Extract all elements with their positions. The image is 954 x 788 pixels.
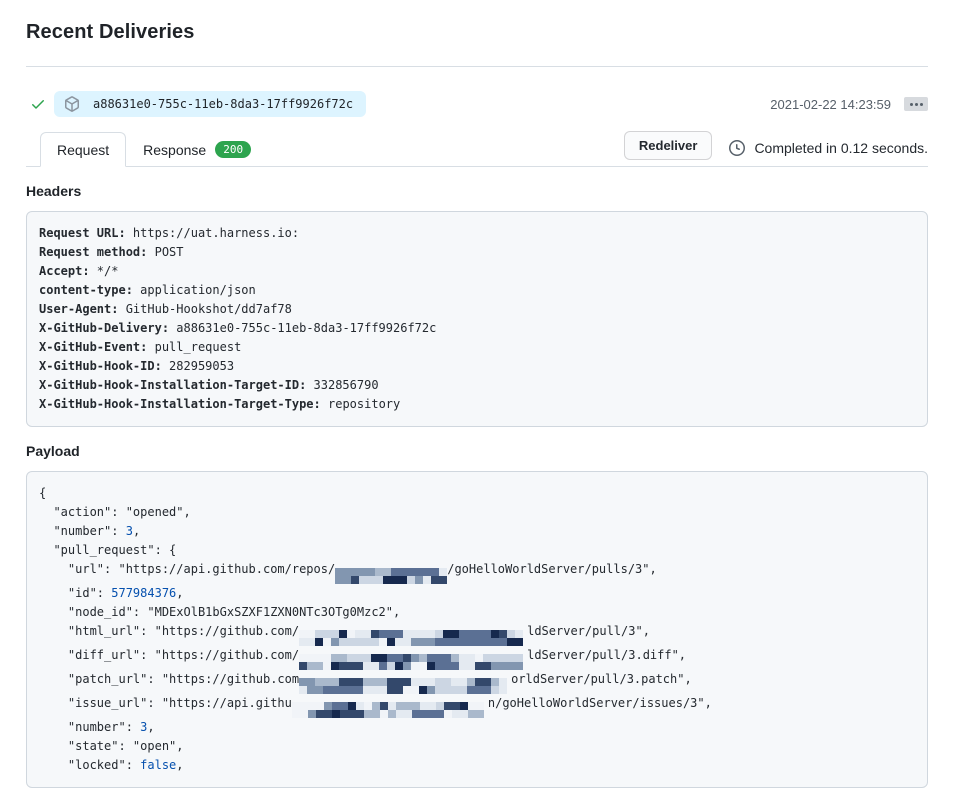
redeliver-button[interactable]: Redeliver xyxy=(624,131,713,160)
response-status-badge: 200 xyxy=(215,141,251,158)
json-text-token: "url": "https://api.github.com/repos/ xyxy=(39,562,335,576)
header-name: Accept: xyxy=(39,264,90,278)
json-text-token: "issue_url": "https://api.githu xyxy=(39,696,292,710)
redacted-blur xyxy=(292,702,488,718)
header-line: X-GitHub-Hook-Installation-Target-ID: 33… xyxy=(39,376,915,395)
header-value: application/json xyxy=(133,283,256,297)
payload-line: "node_id": "MDExOlB1bGxSZXF1ZXN0NTc3OTg0… xyxy=(39,603,915,622)
json-text-token: "locked": xyxy=(39,758,140,772)
header-value: pull_request xyxy=(147,340,241,354)
header-line: X-GitHub-Event: pull_request xyxy=(39,338,915,357)
payload-line: "number": 3, xyxy=(39,718,915,737)
payload-line: "patch_url": "https://github.com orldServ… xyxy=(39,670,915,694)
header-value: GitHub-Hookshot/dd7af78 xyxy=(118,302,291,316)
json-text-token: "diff_url": "https://github.com/ xyxy=(39,648,299,662)
json-number-token: false xyxy=(140,758,176,772)
delivery-guid: a88631e0-755c-11eb-8da3-17ff9926f72c xyxy=(93,97,353,111)
payload-line: "locked": false, xyxy=(39,756,915,775)
title-divider xyxy=(26,66,928,67)
header-name: User-Agent: xyxy=(39,302,118,316)
header-name: X-GitHub-Hook-Installation-Target-ID: xyxy=(39,378,306,392)
payload-line: "action": "opened", xyxy=(39,503,915,522)
tab-request[interactable]: Request xyxy=(40,132,126,167)
header-line: Accept: */* xyxy=(39,262,915,281)
success-check-icon xyxy=(30,96,46,112)
json-text-token: "html_url": "https://github.com/ xyxy=(39,624,299,638)
header-name: Request method: xyxy=(39,245,147,259)
header-value: 282959053 xyxy=(162,359,234,373)
payload-section-title: Payload xyxy=(26,443,928,459)
headers-code-box: Request URL: https://uat.harness.io: Req… xyxy=(26,211,928,427)
payload-line: "id": 577984376, xyxy=(39,584,915,603)
redacted-blur xyxy=(299,630,527,646)
json-text-token: , xyxy=(176,758,183,772)
json-text-token: "pull_request": { xyxy=(39,543,176,557)
json-text-token: "state": "open", xyxy=(39,739,184,753)
payload-line: "url": "https://api.github.com/repos/ /go… xyxy=(39,560,915,584)
header-name: X-GitHub-Hook-Installation-Target-Type: xyxy=(39,397,321,411)
header-line: X-GitHub-Hook-Installation-Target-Type: … xyxy=(39,395,915,414)
ellipsis-expander-button[interactable] xyxy=(904,97,928,111)
delivery-row: a88631e0-755c-11eb-8da3-17ff9926f72c 202… xyxy=(26,91,928,117)
json-text-token: /goHelloWorldServer/pulls/3", xyxy=(447,562,657,576)
tab-response-label: Response xyxy=(143,142,206,158)
json-text-token: "patch_url": "https://github.com xyxy=(39,672,299,686)
payload-line: "state": "open", xyxy=(39,737,915,756)
json-text-token: { xyxy=(39,486,46,500)
header-name: X-GitHub-Delivery: xyxy=(39,321,169,335)
delivery-tabnav: Request Response 200 Redeliver Completed… xyxy=(26,131,928,167)
header-value: a88631e0-755c-11eb-8da3-17ff9926f72c xyxy=(169,321,436,335)
header-name: X-GitHub-Event: xyxy=(39,340,147,354)
header-line: X-GitHub-Delivery: a88631e0-755c-11eb-8d… xyxy=(39,319,915,338)
payload-line: "html_url": "https://github.com/ldServer… xyxy=(39,622,915,646)
tab-request-label: Request xyxy=(57,142,109,158)
tab-response[interactable]: Response 200 xyxy=(126,131,268,167)
json-text-token: "number": xyxy=(39,720,140,734)
header-line: content-type: application/json xyxy=(39,281,915,300)
payload-line: "diff_url": "https://github.com/ldServer… xyxy=(39,646,915,670)
json-text-token: , xyxy=(133,524,140,538)
json-text-token: "number": xyxy=(39,524,126,538)
header-line: User-Agent: GitHub-Hookshot/dd7af78 xyxy=(39,300,915,319)
json-text-token: , xyxy=(176,586,183,600)
redacted-blur xyxy=(335,568,447,584)
json-text-token: "id": xyxy=(39,586,111,600)
package-icon xyxy=(64,96,80,112)
header-value: 332856790 xyxy=(306,378,378,392)
json-number-token: 577984376 xyxy=(111,586,176,600)
json-text-token: orldServer/pull/3.patch", xyxy=(511,672,692,686)
header-value: https://uat.harness.io: xyxy=(126,226,299,240)
redacted-blur xyxy=(299,654,527,670)
payload-line: "number": 3, xyxy=(39,522,915,541)
json-number-token: 3 xyxy=(126,524,133,538)
header-name: Request URL: xyxy=(39,226,126,240)
header-line: Request URL: https://uat.harness.io: xyxy=(39,224,915,243)
header-value: POST xyxy=(147,245,183,259)
payload-line: { xyxy=(39,484,915,503)
header-line: X-GitHub-Hook-ID: 282959053 xyxy=(39,357,915,376)
json-text-token: "node_id": "MDExOlB1bGxSZXF1ZXN0NTc3OTg0… xyxy=(39,605,400,619)
completed-text: Completed in 0.12 seconds. xyxy=(754,140,928,156)
header-line: Request method: POST xyxy=(39,243,915,262)
payload-line: "pull_request": { xyxy=(39,541,915,560)
json-text-token: ldServer/pull/3", xyxy=(527,624,650,638)
json-text-token: , xyxy=(147,720,154,734)
json-text-token: "action": "opened", xyxy=(39,505,191,519)
header-value: */* xyxy=(90,264,119,278)
clock-icon xyxy=(729,140,745,156)
headers-section-title: Headers xyxy=(26,183,928,199)
header-value: repository xyxy=(321,397,400,411)
redacted-blur xyxy=(299,678,511,694)
json-text-token: n/goHelloWorldServer/issues/3", xyxy=(488,696,712,710)
page-title: Recent Deliveries xyxy=(26,21,928,44)
delivery-timestamp: 2021-02-22 14:23:59 xyxy=(770,97,891,112)
payload-code-box: { "action": "opened", "number": 3, "pull… xyxy=(26,471,928,788)
json-text-token: ldServer/pull/3.diff", xyxy=(527,648,686,662)
payload-line: "issue_url": "https://api.githu n/goHello… xyxy=(39,694,915,718)
header-name: X-GitHub-Hook-ID: xyxy=(39,359,162,373)
delivery-guid-pill[interactable]: a88631e0-755c-11eb-8da3-17ff9926f72c xyxy=(54,91,366,117)
header-name: content-type: xyxy=(39,283,133,297)
